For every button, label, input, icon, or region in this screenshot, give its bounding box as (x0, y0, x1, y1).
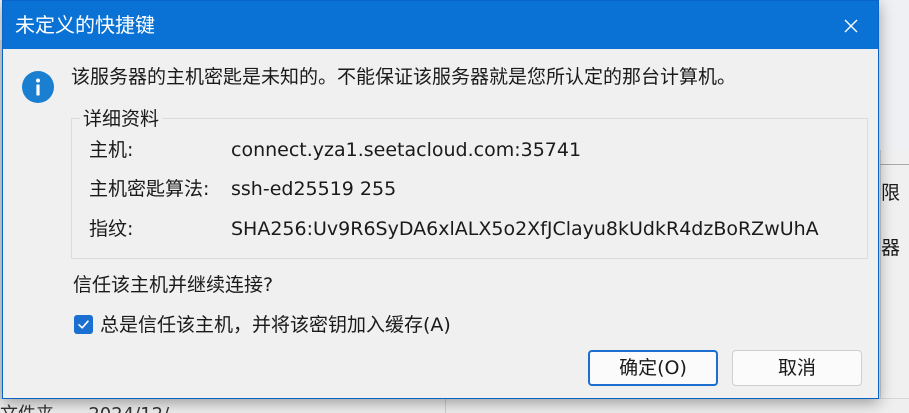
close-icon (844, 19, 858, 33)
checkmark-icon (78, 320, 89, 329)
key-algorithm-label: 主机密匙算法: (89, 178, 210, 200)
always-trust-label[interactable]: 总是信任该主机，并将该密钥加入缓存(A) (100, 312, 451, 338)
fingerprint-label: 指纹: (89, 218, 134, 240)
host-key-dialog: 未定义的快捷键 该服务器的主机密匙是未知的。不能保证该服务器就是您所认定的那台计… (2, 0, 879, 399)
trust-question: 信任该主机并继续连接? (73, 274, 274, 296)
details-group-title: 详细资料 (80, 107, 163, 131)
info-icon (22, 71, 54, 103)
dialog-message: 该服务器的主机密匙是未知的。不能保证该服务器就是您所认定的那台计算机。 (71, 66, 737, 88)
background-file-row-text: 文件夹 2024/12/ (0, 400, 169, 413)
background-column-divider (445, 398, 446, 413)
cancel-button[interactable]: 取消 (732, 350, 862, 386)
dialog-titlebar[interactable]: 未定义的快捷键 (3, 1, 878, 49)
dialog-title: 未定义的快捷键 (15, 13, 155, 37)
background-text-fragment: 限 (881, 182, 901, 204)
fingerprint-value: SHA256:Uv9R6SyDA6xlALX5o2XfJClayu8kUdkR4… (231, 218, 819, 240)
ok-button[interactable]: 确定(O) (588, 350, 718, 386)
key-algorithm-value: ssh-ed25519 255 (231, 178, 397, 200)
background-divider (880, 164, 909, 165)
close-button[interactable] (829, 9, 873, 43)
host-value: connect.yza1.seetacloud.com:35741 (231, 139, 582, 161)
background-text-fragment: 器 (881, 237, 901, 259)
host-label: 主机: (89, 139, 134, 161)
always-trust-checkbox[interactable] (74, 315, 93, 334)
